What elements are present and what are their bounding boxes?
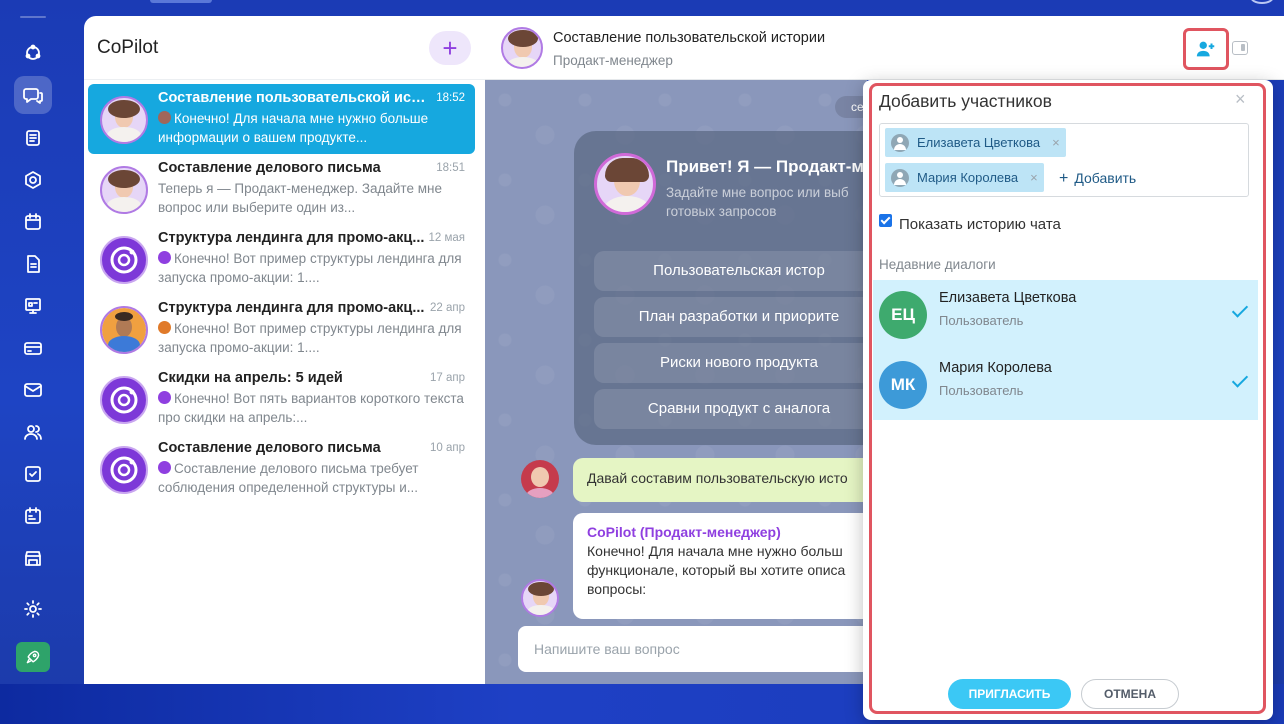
sender-avatar-icon [158, 111, 171, 124]
avatar [100, 166, 148, 214]
chat-list-item[interactable]: Составление делового письма 10 апр Составл… [88, 434, 475, 504]
welcome-card: Привет! Я — Продакт-м Задайте мне вопрос… [574, 131, 867, 445]
user-message: Давай составим пользовательскую исто [573, 458, 867, 502]
chat-item-body: Структура лендинга для промо-акц... 22 ап… [158, 300, 465, 357]
chat-item-time: 18:52 [436, 92, 465, 104]
user-message-avatar [521, 460, 559, 498]
chat-item-message-text: Конечно! Для начала мне нужно больше инф… [158, 111, 429, 145]
avatar [100, 96, 148, 144]
chat-item-body: Составление делового письма 18:51 Теперь я… [158, 160, 465, 217]
highlight-frame [869, 83, 1266, 714]
prompt-button[interactable]: План разработки и приорите [594, 297, 867, 337]
bot-message-avatar [521, 579, 559, 617]
avatar [100, 446, 148, 494]
user-avatar[interactable] [1250, 0, 1274, 4]
chat-item-message-text: Конечно! Вот пример структуры лендинга д… [158, 251, 462, 285]
bot-name: CoPilot (Продакт-менеджер) [587, 524, 781, 540]
chat-item-time: 22 апр [429, 302, 465, 314]
chat-item-body: Составление делового письма 10 апр Составл… [158, 440, 465, 497]
chat-list-title: CoPilot [97, 36, 159, 58]
chat-item-message: Составление делового письма требует собл… [158, 459, 465, 497]
add-user-icon [1196, 41, 1215, 57]
chat-list-panel: CoPilot + Составление пользовательской и… [84, 16, 485, 684]
chat-item-message: Конечно! Вот пять вариантов короткого те… [158, 389, 465, 427]
new-chat-button[interactable]: + [429, 30, 471, 65]
calendar-icon[interactable] [14, 203, 52, 241]
chat-item-title: Структура лендинга для промо-акц... [158, 230, 425, 246]
prompt-button[interactable]: Риски нового продукта [594, 343, 867, 383]
copilot-logo-icon [110, 246, 138, 274]
planner-icon[interactable] [14, 497, 52, 535]
chat-header-avatar [501, 27, 543, 69]
avatar [100, 376, 148, 424]
chat-item-message: Конечно! Вот пример структуры лендинга д… [158, 249, 465, 287]
top-strip [0, 0, 1284, 8]
chat-list-header: CoPilot + [84, 16, 485, 80]
document-icon[interactable] [14, 245, 52, 283]
chat-item-message-text: Конечно! Вот пять вариантов короткого те… [158, 391, 464, 425]
message-input[interactable]: Напишите ваш вопрос [518, 626, 867, 672]
chat-list-item[interactable]: Составление пользовательской исто... 18:5… [88, 84, 475, 154]
chat-item-time: 18:51 [436, 162, 465, 174]
tasks-icon[interactable] [14, 455, 52, 493]
add-participant-button[interactable] [1183, 28, 1229, 70]
sender-avatar-icon [158, 461, 171, 474]
sidebar-toggle-icon[interactable] [1232, 41, 1248, 55]
chat-item-title: Скидки на апрель: 5 идей [158, 370, 343, 386]
chat-item-message: Теперь я — Продакт-менеджер. Задайте мне… [158, 179, 465, 217]
copilot-logo-icon [110, 386, 138, 414]
sender-avatar-icon [158, 321, 171, 334]
chat-item-message: Конечно! Вот пример структуры лендинга д… [158, 319, 465, 357]
chat-list-item[interactable]: Структура лендинга для промо-акц... 12 ма… [88, 224, 475, 294]
chat-item-time: 10 апр [429, 442, 465, 454]
left-rail [0, 0, 68, 684]
chat-item-message-text: Конечно! Вот пример структуры лендинга д… [158, 321, 462, 355]
copilot-avatar [594, 153, 656, 215]
chat-item-time: 17 апр [429, 372, 465, 384]
chat-item-body: Составление пользовательской исто... 18:5… [158, 90, 465, 147]
top-tab-indicator[interactable] [150, 0, 212, 3]
contacts-icon[interactable] [14, 413, 52, 451]
hexagon-icon[interactable] [14, 161, 52, 199]
rocket-icon[interactable] [16, 642, 50, 672]
board-icon[interactable] [14, 287, 52, 325]
store-icon[interactable] [14, 539, 52, 577]
avatar [100, 306, 148, 354]
chat-subtitle: Продакт-менеджер [553, 53, 673, 68]
chat-item-title: Структура лендинга для промо-акц... [158, 300, 425, 316]
sender-avatar-icon [158, 391, 171, 404]
chat-item-time: 12 мая [428, 232, 465, 244]
ai-icon[interactable] [14, 34, 52, 72]
welcome-title: Привет! Я — Продакт-м [666, 157, 864, 176]
chat-area: се Привет! Я — Продакт-м Задайте мне воп… [485, 16, 867, 684]
mail-icon[interactable] [14, 371, 52, 409]
chat-list-item[interactable]: Скидки на апрель: 5 идей 17 апр Конечно! В… [88, 364, 475, 434]
chats-icon[interactable] [14, 76, 52, 114]
bot-message-text: Конечно! Для начала мне нужно больш функ… [587, 543, 846, 597]
chat-item-body: Структура лендинга для промо-акц... 12 ма… [158, 230, 465, 287]
chat-header: Составление пользовательской истории Про… [485, 16, 1284, 80]
chat-item-title: Составление пользовательской исто... [158, 90, 430, 106]
chat-item-message: Конечно! Для начала мне нужно больше инф… [158, 109, 465, 147]
welcome-subtitle: Задайте мне вопрос или выб готовых запро… [666, 185, 849, 219]
sender-avatar-icon [158, 251, 171, 264]
card-icon[interactable] [14, 329, 52, 367]
chat-title: Составление пользовательской истории [553, 30, 826, 46]
feed-icon[interactable] [14, 119, 52, 157]
chat-list-item[interactable]: Структура лендинга для промо-акц... 22 ап… [88, 294, 475, 364]
prompt-button[interactable]: Сравни продукт с аналога [594, 389, 867, 429]
chat-item-title: Составление делового письма [158, 440, 381, 456]
avatar [100, 236, 148, 284]
chat-item-message-text: Теперь я — Продакт-менеджер. Задайте мне… [158, 181, 442, 215]
rail-divider [20, 16, 46, 18]
chat-item-message-text: Составление делового письма требует собл… [158, 461, 419, 495]
chat-list-item[interactable]: Составление делового письма 18:51 Теперь я… [88, 154, 475, 224]
settings-icon[interactable] [14, 590, 52, 628]
bot-message: CoPilot (Продакт-менеджер) Конечно! Для … [573, 513, 867, 619]
chat-item-body: Скидки на апрель: 5 идей 17 апр Конечно! В… [158, 370, 465, 427]
prompt-button[interactable]: Пользовательская истор [594, 251, 867, 291]
copilot-logo-icon [110, 456, 138, 484]
chat-item-title: Составление делового письма [158, 160, 381, 176]
